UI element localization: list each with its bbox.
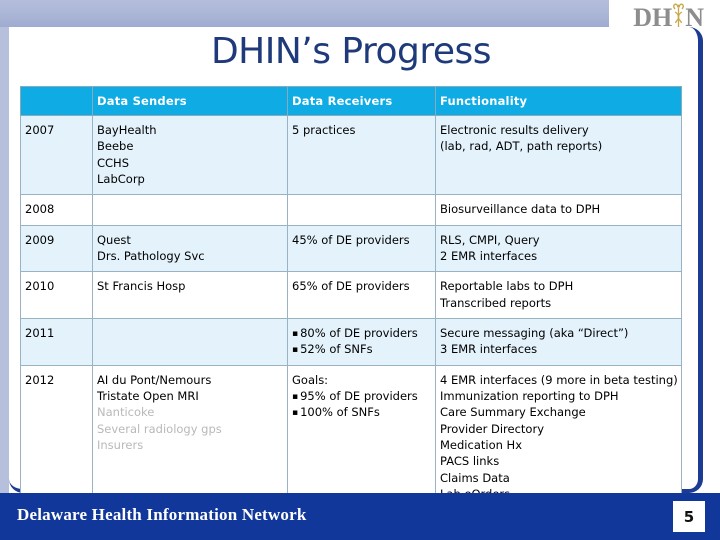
table-row: 2008 Biosurveillance data to DPH <box>20 194 682 226</box>
row-functionality: Biosurveillance data to DPH <box>435 194 682 226</box>
sender-line: Beebe <box>97 139 134 154</box>
sender-line: LabCorp <box>97 171 145 186</box>
row-senders <box>92 317 288 366</box>
row-functionality: RLS, CMPI, Query 2 EMR interfaces <box>435 224 682 273</box>
row-senders <box>92 194 288 226</box>
sender-line: Insurers <box>97 437 144 452</box>
receiver-line: 80% of DE providers <box>292 325 431 341</box>
functionality-line: Secure messaging (aka “Direct”) <box>440 325 629 340</box>
row-receivers <box>287 194 436 226</box>
row-senders: St Francis Hosp <box>92 271 288 319</box>
functionality-line: 2 EMR interfaces <box>440 248 538 263</box>
progress-table: Data Senders Data Receivers Functionalit… <box>20 86 682 511</box>
functionality-line: Provider Directory <box>440 421 545 436</box>
functionality-line: Medication Hx <box>440 437 522 452</box>
slide: DH N DHIN’s Progress Data Senders Data R… <box>0 0 720 540</box>
sender-line: St Francis Hosp <box>97 279 186 294</box>
functionality-line: Immunization reporting to DPH <box>440 388 619 403</box>
sender-line: CCHS <box>97 155 130 170</box>
receiver-line: 100% of SNFs <box>292 404 431 420</box>
column-header-year <box>20 86 93 116</box>
functionality-line: Care Summary Exchange <box>440 405 586 420</box>
table-row: 2011 80% of DE providers 52% of SNFs Sec… <box>20 317 682 366</box>
row-year: 2008 <box>20 194 93 226</box>
row-receivers: Goals: 95% of DE providers 100% of SNFs <box>287 364 436 511</box>
sender-line: Nanticoke <box>97 405 155 420</box>
receiver-line: 95% of DE providers <box>292 388 431 404</box>
row-year: 2010 <box>20 271 93 319</box>
row-year: 2009 <box>20 224 93 273</box>
receivers-goals-heading: Goals: <box>292 372 329 387</box>
sender-line: Tristate Open MRI <box>97 388 199 403</box>
row-senders: BayHealth Beebe CCHS LabCorp <box>92 114 288 196</box>
row-senders: Quest Drs. Pathology Svc <box>92 224 288 273</box>
receiver-line: 5 practices <box>292 123 356 137</box>
footer-organization-name: Delaware Health Information Network <box>17 505 307 524</box>
functionality-line: 3 EMR interfaces <box>440 342 538 357</box>
functionality-line: Claims Data <box>440 470 510 485</box>
column-header-functionality: Functionality <box>435 86 682 116</box>
functionality-line: RLS, CMPI, Query <box>440 232 540 247</box>
sender-line: Drs. Pathology Svc <box>97 248 205 263</box>
page-title: DHIN’s Progress <box>210 31 492 72</box>
row-receivers: 80% of DE providers 52% of SNFs <box>287 317 436 366</box>
content-panel: DHIN’s Progress Data Senders Data Receiv… <box>9 27 703 511</box>
table-row: 2009 Quest Drs. Pathology Svc 45% of DE … <box>20 224 682 273</box>
receiver-line: 65% of DE providers <box>292 279 410 294</box>
top-decorative-band <box>0 0 609 27</box>
row-functionality: 4 EMR interfaces (9 more in beta testing… <box>435 364 682 511</box>
functionality-line: Reportable labs to DPH <box>440 279 574 294</box>
functionality-line: PACS links <box>440 454 500 469</box>
row-functionality: Electronic results delivery (lab, rad, A… <box>435 114 682 196</box>
row-year: 2012 <box>20 364 93 511</box>
sender-line: Several radiology gps <box>97 421 222 436</box>
row-functionality: Secure messaging (aka “Direct”) 3 EMR in… <box>435 317 682 366</box>
row-receivers: 45% of DE providers <box>287 224 436 273</box>
progress-table-container: Data Senders Data Receivers Functionalit… <box>20 86 682 511</box>
footer-bar: Delaware Health Information Network 5 <box>0 493 720 540</box>
left-decorative-strip <box>0 27 9 494</box>
sender-line: BayHealth <box>97 123 157 137</box>
table-row: 2010 St Francis Hosp 65% of DE providers… <box>20 271 682 319</box>
functionality-line: Transcribed reports <box>440 295 552 310</box>
functionality-line: Biosurveillance data to DPH <box>440 202 601 217</box>
table-row: 2007 BayHealth Beebe CCHS LabCorp 5 prac… <box>20 114 682 196</box>
table-row: 2012 AI du Pont/Nemours Tristate Open MR… <box>20 364 682 511</box>
functionality-line: 4 EMR interfaces (9 more in beta testing… <box>440 372 678 387</box>
column-header-data-receivers: Data Receivers <box>287 86 436 116</box>
row-senders: AI du Pont/Nemours Tristate Open MRI Nan… <box>92 364 288 511</box>
row-functionality: Reportable labs to DPH Transcribed repor… <box>435 271 682 319</box>
page-number-badge: 5 <box>673 501 705 532</box>
receiver-line: 45% of DE providers <box>292 232 410 247</box>
row-receivers: 65% of DE providers <box>287 271 436 319</box>
sender-line: AI du Pont/Nemours <box>97 372 212 387</box>
row-year: 2007 <box>20 114 93 196</box>
table-header-row: Data Senders Data Receivers Functionalit… <box>20 86 682 116</box>
row-year: 2011 <box>20 317 93 366</box>
functionality-line: Electronic results delivery <box>440 123 589 137</box>
sender-line: Quest <box>97 232 131 247</box>
column-header-data-senders: Data Senders <box>92 86 288 116</box>
row-receivers: 5 practices <box>287 114 436 196</box>
receiver-line: 52% of SNFs <box>292 341 431 357</box>
functionality-line: (lab, rad, ADT, path reports) <box>440 139 603 154</box>
